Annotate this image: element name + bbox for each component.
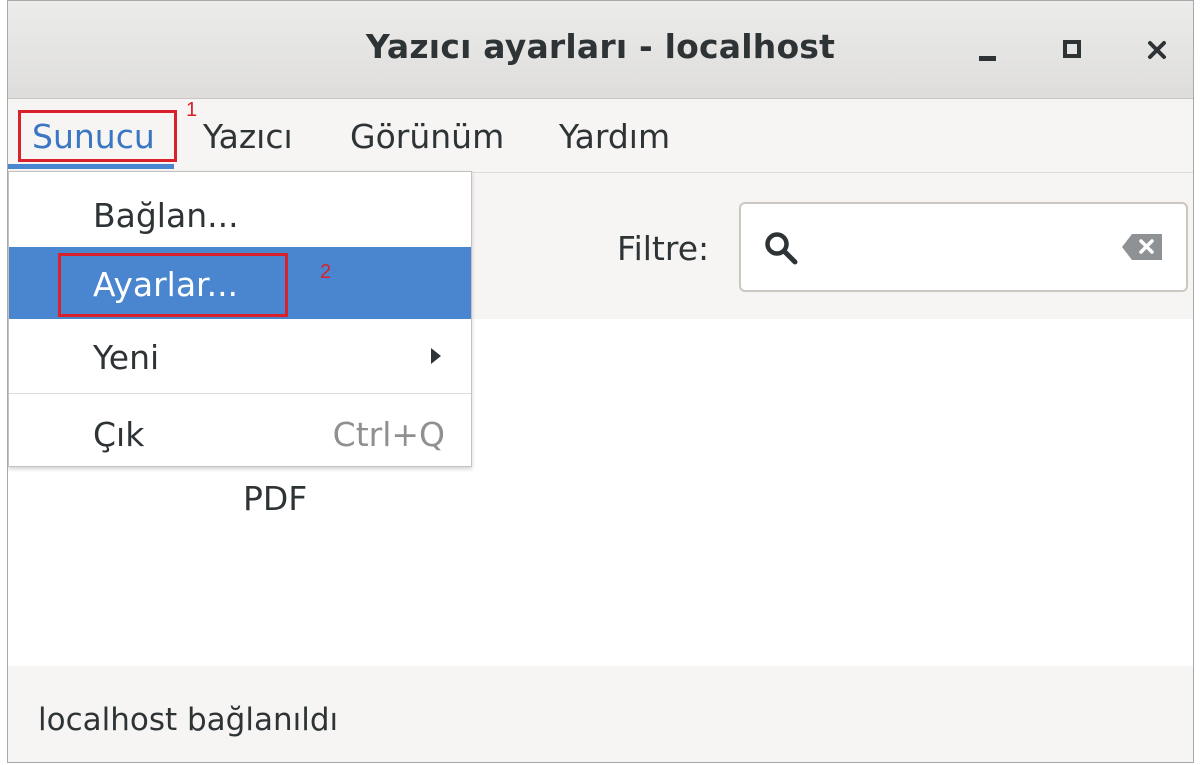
annotation-number-2: 2 [320, 261, 332, 283]
menu-item-cik[interactable]: Çık Ctrl+Q [9, 397, 471, 469]
close-button[interactable] [1128, 21, 1186, 79]
annotation-box-2 [58, 253, 288, 317]
status-text: localhost bağlanıldı [38, 702, 339, 738]
minimize-icon [979, 56, 996, 61]
printer-item-label[interactable]: PDF [243, 479, 307, 518]
menu-yardim[interactable]: Yardım [559, 117, 670, 156]
shortcut-label: Ctrl+Q [332, 415, 445, 454]
menu-yazici[interactable]: Yazıcı [203, 117, 293, 156]
menu-gorunum[interactable]: Görünüm [350, 117, 504, 156]
annotation-number-1: 1 [186, 99, 198, 121]
clear-icon[interactable] [1121, 231, 1165, 263]
filter-label: Filtre: [617, 229, 710, 268]
minimize-button[interactable] [958, 21, 1016, 79]
menu-item-baglan[interactable]: Bağlan... [9, 178, 471, 250]
menu-separator [9, 393, 471, 394]
menu-item-yeni[interactable]: Yeni [9, 320, 471, 392]
title-bar[interactable]: Yazıcı ayarları - localhost [8, 1, 1193, 99]
maximize-icon [1063, 40, 1081, 58]
status-bar: localhost bağlanıldı [8, 666, 1193, 762]
maximize-button[interactable] [1043, 21, 1101, 79]
active-menu-indicator [8, 164, 174, 169]
submenu-arrow-icon [431, 348, 441, 364]
close-icon [1148, 41, 1166, 59]
printer-settings-window: Yazıcı ayarları - localhost Sunucu Yazıc… [7, 0, 1194, 763]
search-icon [765, 232, 798, 265]
filter-search-input[interactable] [739, 202, 1188, 292]
menu-item-label: Çık [93, 415, 145, 454]
annotation-box-1 [18, 110, 177, 162]
menu-item-label: Yeni [93, 338, 160, 377]
menu-item-label: Bağlan... [93, 196, 239, 235]
sunucu-dropdown-menu: Bağlan... Ayarlar... Yeni Çık Ctrl+Q [8, 171, 472, 467]
